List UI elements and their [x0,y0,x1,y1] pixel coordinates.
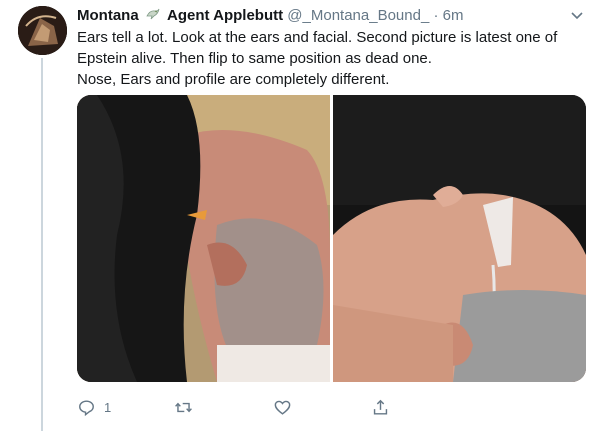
reply-count: 1 [104,399,112,415]
timestamp[interactable]: 6m [443,7,464,24]
tweet-text-line: Nose, Ears and profile are completely di… [77,71,390,88]
like-icon [274,400,291,415]
reply-icon [79,399,94,416]
separator: · [433,7,439,24]
tweet-header: Montana Agent Applebutt @_Montana_Bound_… [77,6,463,26]
tweet-text: Ears tell a lot. Look at the ears and fa… [77,27,577,90]
handle[interactable]: @_Montana_Bound_ [287,7,429,24]
action-bar: 1 [77,396,397,418]
tweet-text-line: Epstein alive. Then flip to same positio… [77,50,432,67]
share-icon [373,399,388,415]
share-button[interactable] [371,396,390,418]
display-name-suffix: Agent Applebutt [167,7,284,24]
tweet-text-line: Ears tell a lot. Look at the ears and fa… [77,29,558,46]
chevron-down-icon[interactable] [568,8,586,24]
retweet-button[interactable] [174,396,193,418]
reply-button[interactable]: 1 [77,396,111,418]
display-name[interactable]: Montana [77,7,139,24]
media-grid[interactable] [77,95,586,382]
photo-right[interactable] [333,95,586,382]
retweet-icon [175,402,192,412]
dove-icon [146,8,160,20]
thread-line [41,58,43,431]
like-button[interactable] [273,396,292,418]
photo-left[interactable] [77,95,330,382]
avatar[interactable] [18,6,67,55]
tweet[interactable]: Montana Agent Applebutt @_Montana_Bound_… [0,0,602,431]
